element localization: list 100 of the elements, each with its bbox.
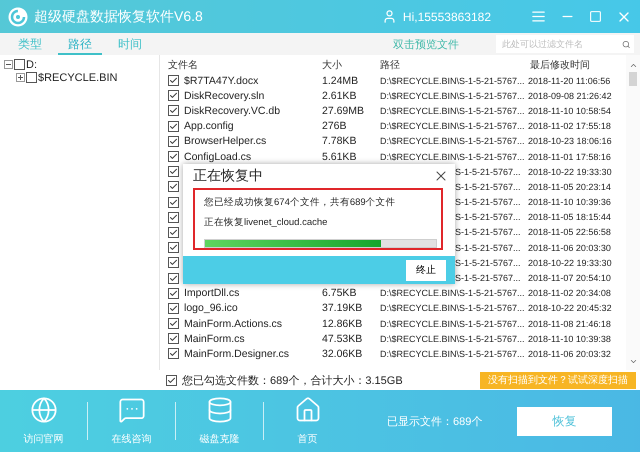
modified-date: 2018-10-22 20:45:32 xyxy=(528,303,612,314)
modified-date: 2018-11-06 20:03:30 xyxy=(528,242,611,253)
checkbox[interactable] xyxy=(168,136,179,147)
modified-date: 2018-11-10 10:39:36 xyxy=(528,197,611,208)
file-name: logo_96.ico xyxy=(183,302,238,314)
chat-icon xyxy=(118,396,146,424)
file-name: MainForm.Actions.cs xyxy=(183,318,282,330)
modified-date: 2018-11-10 10:39:38 xyxy=(528,334,611,344)
preview-link[interactable]: 双击预览文件 xyxy=(393,36,459,52)
file-size: 32.06KB xyxy=(321,348,364,360)
deep-scan-button[interactable]: 没有扫描到文件？试试深度扫描 xyxy=(480,372,636,388)
modified-date: 2018-11-01 17:58:16 xyxy=(528,152,611,162)
file-name: MainForm.cs xyxy=(183,332,245,345)
checkbox[interactable] xyxy=(168,90,179,102)
checkbox[interactable] xyxy=(168,242,179,254)
checkbox[interactable] xyxy=(168,348,179,360)
file-size: 2.61KB xyxy=(321,90,358,102)
file-size: 7.78KB xyxy=(321,135,358,148)
modified-date: 2018-11-05 20:23:14 xyxy=(528,182,611,192)
window-title: 超级硬盘数据恢复软件V6.8 xyxy=(34,8,204,26)
file-path: S-1-5-21-5767... xyxy=(455,273,521,284)
checkbox[interactable] xyxy=(168,288,179,299)
file-name: $R7TA47Y.docx xyxy=(183,74,258,87)
modified-date: 2018-10-22 19:33:30 xyxy=(528,258,612,268)
file-path: D:\$RECYCLE.BIN\S-1-5-21-5767... xyxy=(380,121,525,132)
recover-button[interactable]: 恢复 xyxy=(517,406,612,436)
checkbox[interactable] xyxy=(166,374,177,386)
modified-date: 2018-11-02 17:55:18 xyxy=(528,121,611,132)
logo-icon xyxy=(8,6,28,26)
footer-button[interactable]: 磁盘克隆 xyxy=(176,396,263,446)
collapse-icon[interactable] xyxy=(4,60,13,69)
checkbox[interactable] xyxy=(168,257,179,268)
checkbox[interactable] xyxy=(26,72,37,83)
file-size: 6.75KB xyxy=(321,287,358,300)
file-path: D:\$RECYCLE.BIN\S-1-5-21-5767... xyxy=(380,348,525,359)
checkbox[interactable] xyxy=(168,333,179,344)
home-icon xyxy=(294,396,322,424)
tab[interactable]: 路径 xyxy=(58,33,102,55)
file-path: S-1-5-21-5767... xyxy=(455,182,521,192)
tab[interactable]: 时间 xyxy=(108,33,152,55)
search-box[interactable]: 此处可以过滤文件名 xyxy=(496,35,634,53)
checkbox[interactable] xyxy=(168,212,179,223)
column-header[interactable]: 文件名 xyxy=(166,58,320,72)
modified-date: 2018-09-08 21:26:42 xyxy=(528,90,612,101)
column-header[interactable]: 大小 xyxy=(320,58,378,72)
file-size: 27.69MB xyxy=(321,104,366,117)
tree-item[interactable]: $RECYCLE.BIN xyxy=(38,72,118,84)
footer-button[interactable]: 访问官网 xyxy=(0,396,87,446)
checkbox[interactable] xyxy=(168,302,179,314)
tab[interactable]: 类型 xyxy=(8,33,52,55)
globe-icon xyxy=(30,396,58,424)
footer-button[interactable]: 首页 xyxy=(264,396,351,446)
checkbox[interactable] xyxy=(14,59,25,70)
stop-button[interactable]: 终止 xyxy=(406,260,446,280)
file-name: MainForm.Designer.cs xyxy=(183,348,290,360)
checkbox[interactable] xyxy=(168,181,179,192)
shown-count: 已显示文件：689个 xyxy=(387,414,482,428)
checkbox[interactable] xyxy=(168,226,179,238)
user-name: Hi,15553863182 xyxy=(402,10,491,24)
checkbox[interactable] xyxy=(168,318,179,330)
file-path: S-1-5-21-5767... xyxy=(455,227,521,238)
file-path: S-1-5-21-5767... xyxy=(455,197,521,208)
checkbox[interactable] xyxy=(168,166,179,178)
scrollbar[interactable] xyxy=(626,55,640,370)
modified-date: 2018-11-06 20:03:32 xyxy=(528,348,611,359)
checkbox[interactable] xyxy=(168,105,179,116)
file-size: 12.86KB xyxy=(321,318,364,330)
modified-date: 2018-10-22 19:33:30 xyxy=(528,166,612,177)
tree-item[interactable]: D: xyxy=(26,58,37,70)
current-file: 正在恢复livenet_cloud.cache xyxy=(204,216,328,230)
footer-button[interactable]: 在线咨询 xyxy=(88,396,175,446)
scroll-down-icon[interactable] xyxy=(628,357,638,366)
checkbox[interactable] xyxy=(168,75,179,86)
modified-date: 2018-11-08 21:46:18 xyxy=(528,318,611,329)
modified-date: 2018-11-20 11:06:56 xyxy=(528,76,610,86)
file-path: S-1-5-21-5767... xyxy=(455,166,521,177)
checkbox[interactable] xyxy=(168,272,179,284)
scroll-thumb[interactable] xyxy=(629,72,637,86)
file-size: 5.61KB xyxy=(321,150,358,163)
file-path: S-1-5-21-5767... xyxy=(455,212,521,222)
modified-date: 2018-11-05 18:15:44 xyxy=(528,212,611,222)
file-name: ImportDll.cs xyxy=(183,287,240,300)
checkbox[interactable] xyxy=(168,196,179,208)
database-icon xyxy=(206,396,234,424)
modified-date: 2018-11-05 22:56:58 xyxy=(528,227,611,238)
checkbox[interactable] xyxy=(168,120,179,132)
file-path: D:\$RECYCLE.BIN\S-1-5-21-5767... xyxy=(380,106,525,116)
checkbox[interactable] xyxy=(168,151,179,162)
expand-icon[interactable] xyxy=(16,73,25,82)
file-path: D:\$RECYCLE.BIN\S-1-5-21-5767... xyxy=(380,76,525,86)
file-path: D:\$RECYCLE.BIN\S-1-5-21-5767... xyxy=(380,136,525,146)
column-header[interactable]: 路径 xyxy=(378,58,528,72)
file-path: D:\$RECYCLE.BIN\S-1-5-21-5767... xyxy=(380,152,525,162)
file-name: ConfigLoad.cs xyxy=(183,150,252,163)
file-name: DiskRecovery.VC.db xyxy=(183,104,280,117)
scroll-up-icon[interactable] xyxy=(628,61,638,70)
modified-date: 2018-11-02 20:34:08 xyxy=(528,288,611,298)
column-header[interactable]: 最后修改时间 xyxy=(528,58,626,72)
file-size: 1.24MB xyxy=(321,74,360,87)
file-path: D:\$RECYCLE.BIN\S-1-5-21-5767... xyxy=(380,288,525,298)
